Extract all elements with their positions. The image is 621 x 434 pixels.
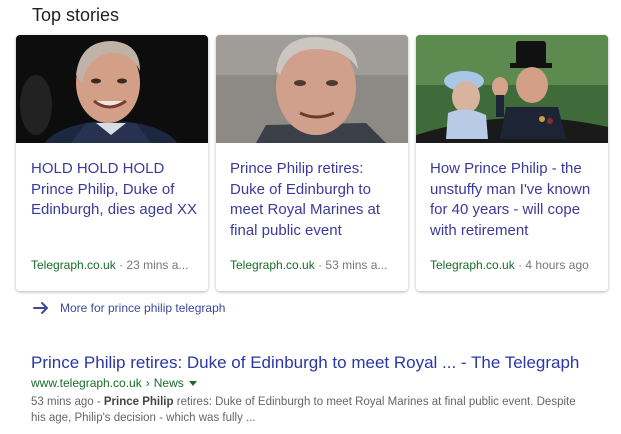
story-card[interactable]: How Prince Philip - the unstuffy man I'v…	[416, 35, 608, 291]
story-age: 53 mins a...	[325, 258, 388, 272]
story-photo	[216, 35, 408, 143]
story-site: Telegraph.co.uk	[230, 258, 315, 272]
more-stories-label: More for prince philip telegraph	[60, 301, 226, 315]
story-headline[interactable]: Prince Philip retires: Duke of Edinburgh…	[230, 159, 396, 241]
story-thumbnail[interactable]	[216, 35, 408, 143]
story-source: Telegraph.co.uk · 4 hours ago	[430, 258, 600, 272]
breadcrumb-separator: ›	[145, 376, 150, 390]
story-age: 4 hours ago	[525, 258, 589, 272]
story-age: 23 mins a...	[126, 258, 189, 272]
result-url: www.telegraph.co.uk › News	[31, 376, 197, 390]
story-card[interactable]: HOLD HOLD HOLD Prince Philip, Duke of Ed…	[16, 35, 208, 291]
story-source: Telegraph.co.uk · 23 mins a...	[31, 258, 201, 272]
story-photo	[16, 35, 208, 143]
result-domain: www.telegraph.co.uk	[31, 376, 142, 390]
story-site: Telegraph.co.uk	[430, 258, 515, 272]
arrow-right-icon	[33, 302, 48, 314]
story-source: Telegraph.co.uk · 53 mins a...	[230, 258, 400, 272]
story-headline[interactable]: How Prince Philip - the unstuffy man I'v…	[430, 159, 596, 241]
story-headline[interactable]: HOLD HOLD HOLD Prince Philip, Duke of Ed…	[31, 159, 197, 221]
story-site: Telegraph.co.uk	[31, 258, 116, 272]
result-snippet: 53 mins ago - Prince Philip retires: Duk…	[31, 394, 591, 426]
source-separator: ·	[115, 258, 127, 272]
story-thumbnail[interactable]	[416, 35, 608, 143]
top-stories-heading: Top stories	[32, 5, 120, 25]
chevron-down-icon[interactable]	[188, 380, 197, 386]
snippet-age: 53 mins ago -	[31, 396, 104, 408]
result-title-link[interactable]: Prince Philip retires: Duke of Edinburgh…	[31, 353, 579, 373]
source-separator: ·	[514, 258, 526, 272]
snippet-highlight: Prince Philip	[103, 396, 174, 408]
story-card[interactable]: Prince Philip retires: Duke of Edinburgh…	[216, 35, 408, 291]
top-stories-carousel: HOLD HOLD HOLD Prince Philip, Duke of Ed…	[16, 35, 608, 291]
story-thumbnail[interactable]	[16, 35, 208, 143]
more-stories-link[interactable]: More for prince philip telegraph	[33, 298, 225, 318]
result-section: News	[153, 376, 184, 390]
source-separator: ·	[314, 258, 326, 272]
story-photo	[416, 35, 608, 143]
